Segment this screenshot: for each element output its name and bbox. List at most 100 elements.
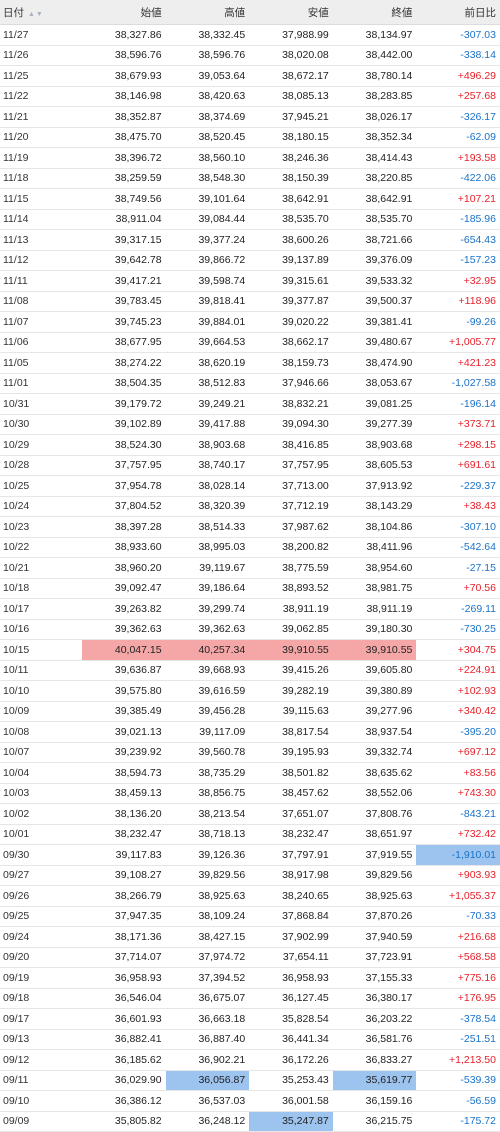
cell-high: 39,884.01	[165, 311, 250, 333]
cell-change: -1,027.58	[416, 373, 500, 394]
table-row: 11/06 38,677.95 39,664.53 38,662.17 39,480.6…	[0, 332, 500, 353]
cell-date: 09/24	[0, 926, 82, 948]
cell-change: -307.03	[416, 24, 500, 46]
cell-close: 39,500.37	[332, 291, 417, 312]
cell-high: 36,248.12	[165, 1111, 250, 1132]
cell-date: 09/27	[0, 865, 82, 886]
cell-date: 10/15	[0, 639, 82, 661]
cell-close: 38,474.90	[332, 352, 417, 374]
cell-low: 38,501.82	[249, 762, 333, 784]
cell-date: 10/25	[0, 475, 82, 497]
cell-change: +1,055.37	[416, 885, 500, 907]
cell-high: 39,377.24	[165, 229, 250, 251]
cell-date: 10/03	[0, 783, 82, 804]
cell-change: -326.17	[416, 106, 500, 128]
cell-close: 39,910.55	[332, 639, 417, 661]
table-row: 09/19 36,958.93 37,394.52 36,958.93 37,155.3…	[0, 967, 500, 989]
table-row: 11/27 38,327.86 38,332.45 37,988.99 38,134.9…	[0, 24, 500, 46]
cell-high: 38,718.13	[165, 824, 250, 845]
cell-open: 38,146.98	[82, 86, 166, 107]
cell-change: -196.14	[416, 393, 500, 415]
cell-low: 39,377.87	[249, 291, 333, 312]
cell-open: 39,092.47	[82, 578, 166, 599]
cell-high: 39,668.93	[165, 660, 250, 681]
cell-open: 38,171.36	[82, 926, 166, 948]
cell-high: 38,856.75	[165, 783, 250, 804]
cell-open: 39,117.83	[82, 844, 166, 866]
column-header-open[interactable]: 始値	[82, 0, 166, 25]
cell-close: 38,535.70	[332, 209, 417, 230]
cell-low: 37,712.19	[249, 496, 333, 517]
cell-close: 39,829.56	[332, 865, 417, 886]
cell-open: 38,397.28	[82, 516, 166, 538]
cell-close: 38,442.00	[332, 45, 417, 66]
cell-close: 37,155.33	[332, 967, 417, 989]
cell-low: 38,642.91	[249, 188, 333, 210]
cell-change: -730.25	[416, 619, 500, 640]
cell-low: 35,253.43	[249, 1070, 333, 1091]
cell-low: 37,946.66	[249, 373, 333, 394]
cell-change: -378.54	[416, 1008, 500, 1030]
cell-high: 38,620.19	[165, 352, 250, 374]
cell-close: 38,143.29	[332, 496, 417, 517]
column-header-change[interactable]: 前日比	[416, 0, 500, 25]
table-row: 11/20 38,475.70 38,520.45 38,180.15 38,352.3…	[0, 127, 500, 148]
cell-open: 38,475.70	[82, 127, 166, 148]
cell-close: 37,723.91	[332, 947, 417, 968]
cell-change: -99.26	[416, 311, 500, 333]
cell-open: 38,596.76	[82, 45, 166, 66]
cell-low: 39,062.85	[249, 619, 333, 640]
cell-open: 39,317.15	[82, 229, 166, 251]
column-header-date[interactable]: 日付 ▲▼	[0, 0, 82, 25]
cell-high: 36,537.03	[165, 1090, 250, 1112]
cell-open: 39,263.82	[82, 598, 166, 620]
cell-date: 10/11	[0, 660, 82, 681]
cell-low: 38,150.39	[249, 168, 333, 189]
cell-high: 39,598.74	[165, 270, 250, 292]
cell-low: 38,246.36	[249, 147, 333, 169]
cell-close: 38,026.17	[332, 106, 417, 128]
cell-close: 38,635.62	[332, 762, 417, 784]
cell-date: 09/19	[0, 967, 82, 989]
cell-low: 38,911.19	[249, 598, 333, 620]
cell-high: 38,560.10	[165, 147, 250, 169]
cell-date: 10/29	[0, 434, 82, 456]
cell-open: 38,327.86	[82, 24, 166, 46]
table-row: 10/11 39,636.87 39,668.93 39,415.26 39,605.8…	[0, 660, 500, 681]
table-row: 09/11 36,029.90 36,056.87 35,253.43 35,619.7…	[0, 1070, 500, 1091]
cell-open: 38,266.79	[82, 885, 166, 907]
cell-high: 38,735.29	[165, 762, 250, 784]
column-header-high[interactable]: 高値	[165, 0, 250, 25]
column-header-low[interactable]: 安値	[249, 0, 333, 25]
table-row: 09/24 38,171.36 38,427.15 37,902.99 37,940.5…	[0, 926, 500, 948]
table-row: 09/27 39,108.27 39,829.56 38,917.98 39,829.5…	[0, 865, 500, 886]
cell-change: -175.72	[416, 1111, 500, 1132]
table-row: 10/03 38,459.13 38,856.75 38,457.62 38,552.0…	[0, 783, 500, 804]
cell-open: 38,677.95	[82, 332, 166, 353]
cell-change: -539.39	[416, 1070, 500, 1091]
cell-date: 11/12	[0, 250, 82, 271]
table-row: 09/13 36,882.41 36,887.40 36,441.34 36,581.7…	[0, 1029, 500, 1050]
cell-change: +107.21	[416, 188, 500, 210]
table-row: 10/22 38,933.60 38,995.03 38,200.82 38,411.9…	[0, 537, 500, 558]
cell-date: 10/07	[0, 742, 82, 763]
cell-close: 39,277.96	[332, 701, 417, 722]
cell-low: 38,672.17	[249, 65, 333, 87]
cell-low: 36,172.26	[249, 1049, 333, 1071]
table-row: 09/25 37,947.35 38,109.24 37,868.84 37,870.2…	[0, 906, 500, 927]
cell-date: 11/21	[0, 106, 82, 128]
cell-change: +1,005.77	[416, 332, 500, 353]
cell-close: 36,215.75	[332, 1111, 417, 1132]
cell-open: 39,642.78	[82, 250, 166, 271]
cell-date: 10/18	[0, 578, 82, 599]
cell-low: 39,282.19	[249, 680, 333, 702]
column-header-close[interactable]: 終値	[332, 0, 417, 25]
cell-open: 37,804.52	[82, 496, 166, 517]
sort-arrows-icon[interactable]: ▲▼	[28, 11, 44, 18]
cell-change: -422.06	[416, 168, 500, 189]
cell-open: 35,805.82	[82, 1111, 166, 1132]
cell-open: 38,352.87	[82, 106, 166, 128]
cell-low: 38,775.59	[249, 557, 333, 579]
cell-high: 39,664.53	[165, 332, 250, 353]
cell-change: -654.43	[416, 229, 500, 251]
